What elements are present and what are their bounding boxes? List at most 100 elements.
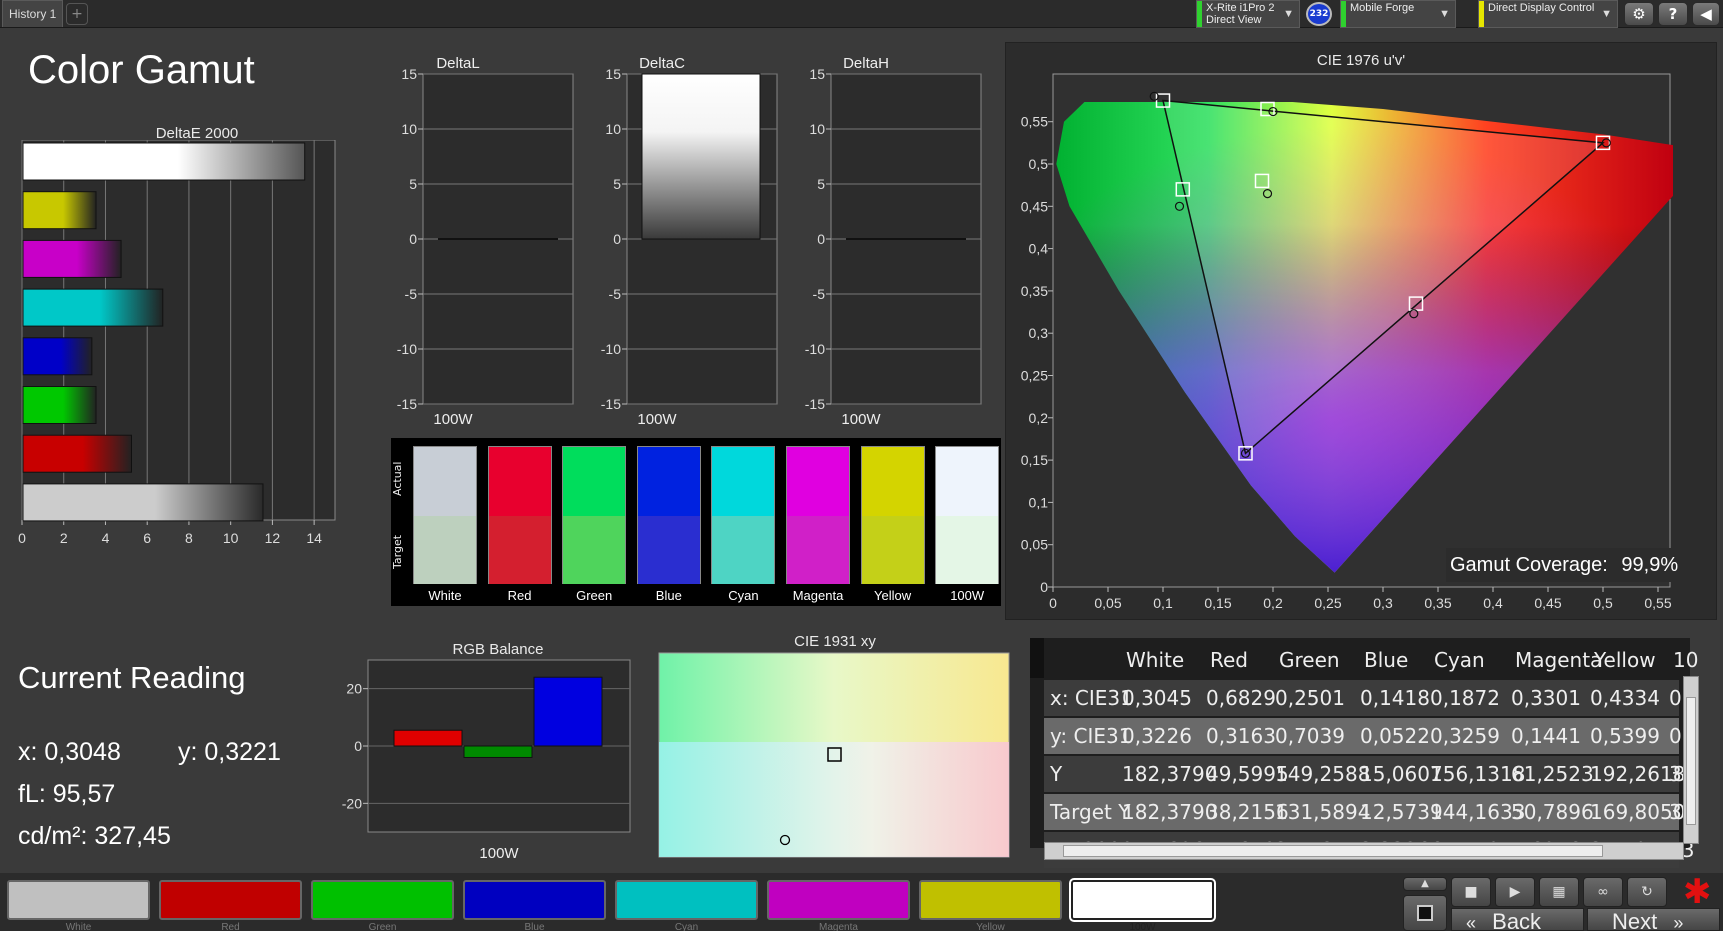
meter-mode: Direct View [1206,14,1262,26]
swatch-label: Yellow [874,588,912,603]
delta-tick-label: 10 [809,121,825,137]
chevron-left-icon: « [1466,913,1477,931]
swatch-label: Blue [655,588,682,603]
column-header: Blue [1364,648,1409,672]
cie-ytick-label: 0,25 [1021,368,1048,384]
target-label: Target [391,534,404,570]
cie-xtick-label: 0,2 [1263,595,1283,611]
swatch-target [861,516,924,584]
swatch-target [712,516,775,584]
swatch-target [637,516,700,584]
back-button[interactable]: « Back [1451,908,1584,931]
collapse-button[interactable]: ◀ [1692,2,1720,26]
display-control-select[interactable]: Direct Display Control ▼ [1478,0,1618,28]
cie-xtick-label: 0,1 [1153,595,1173,611]
meter-count-badge[interactable]: 232 [1306,2,1332,26]
delta-tick-label: 0 [613,231,621,247]
film-button[interactable]: ▦ [1539,877,1579,907]
swatch-actual [637,447,700,516]
play-button[interactable]: ▶ [1495,877,1535,907]
swatch-target [414,516,476,584]
display-control-name: Direct Display Control [1488,2,1595,14]
table-cell: 0,3259 [1430,724,1500,748]
asterisk-icon[interactable]: ✱ [1683,872,1712,912]
patch-magenta[interactable] [767,880,910,920]
delta-panel-title: DeltaH [843,55,889,72]
deltae-bar-yellow [22,191,97,230]
column-header: Red [1210,648,1248,672]
delta-bar-deltac [641,73,761,240]
swatch-yellow [860,446,925,584]
swatch-blue [636,446,701,584]
delta-panel-xlabel: 100W [841,411,881,428]
patch-blue[interactable] [463,880,606,920]
delta-tick-label: 0 [817,231,825,247]
delta-tick-label: -5 [405,286,418,302]
swatch-target [787,516,849,584]
swatch-green [562,446,627,584]
delta-tick-label: 5 [817,176,825,192]
swatch-label: 100W [950,588,985,603]
play-icon: ▶ [1509,884,1521,900]
settings-button[interactable]: ⚙ [1624,2,1654,26]
gamut-coverage: Gamut Coverage: 99,9% [1446,548,1686,582]
patch-cyan[interactable] [615,880,758,920]
delta-tick-label: 15 [809,66,825,82]
swatch-white [413,446,477,584]
table-cell: 0,5399 [1590,724,1660,748]
swatch-cyan [711,446,776,584]
table-cell: 0,3301 [1511,686,1581,710]
table-horizontal-scrollbar[interactable] [1044,842,1684,860]
vertical-scroll-thumb[interactable] [1686,697,1696,825]
swatch-actual [861,447,924,516]
stop-toggle-button[interactable] [1403,895,1447,931]
meter-select[interactable]: X-Rite i1Pro 2 Direct View ▼ [1196,0,1300,28]
patch-red[interactable] [159,880,302,920]
cie-xtick-label: 0,45 [1534,595,1561,611]
table-cell: 0,7039 [1275,724,1345,748]
swatch-actual [936,447,999,516]
patch-label: Cyan [674,922,699,931]
chevron-down-icon: ▼ [1439,8,1450,20]
patch-white[interactable] [7,880,150,920]
row-label: y: CIE31 [1050,724,1132,748]
stop-icon: ■ [1464,884,1478,900]
deltae-tick-label: 0 [18,530,26,546]
patch-yellow[interactable] [919,880,1062,920]
cie1976-chart: 0 0,05 0,1 0,15 0,2 0,25 0,3 0,35 0,4 0,45 0,5 0,55… [1021,73,1673,611]
rgb-xlabel: 100W [479,845,519,862]
delta-tick-label: -10 [397,341,417,357]
deltae-tick-label: 8 [185,530,193,546]
deltae-bar-green [22,386,97,424]
pattern-generator-select[interactable]: Mobile Forge ▼ [1340,0,1456,28]
horizontal-scroll-thumb[interactable] [1063,845,1603,857]
chevron-left-icon: ◀ [1700,5,1712,23]
next-button[interactable]: Next » [1587,908,1720,931]
patch-label: Green [368,922,397,931]
row-label: x: CIE31 [1050,686,1133,710]
swatch-target [488,516,551,584]
add-tab-button[interactable]: + [66,3,88,25]
table-corner [1030,638,1044,678]
scroll-up-button[interactable]: ▲ [1403,877,1447,891]
cie-xtick-label: 0,15 [1204,595,1231,611]
refresh-button[interactable]: ↻ [1627,877,1667,907]
table-vertical-scrollbar[interactable] [1683,676,1699,844]
stop-button[interactable]: ■ [1451,877,1491,907]
loop-icon: ∞ [1597,884,1609,900]
table-cell: 149,2588 [1275,762,1371,786]
patch-100w[interactable] [1071,880,1214,920]
help-button[interactable]: ? [1658,2,1688,26]
delta-tick-label: 0 [409,231,417,247]
tab-history-1[interactable]: History 1 [2,0,64,27]
patch-label: Red [221,922,240,931]
delta-tick-label: -5 [813,286,826,302]
cie-ytick-label: 0,3 [1029,325,1049,341]
delta-tick-label: -10 [601,341,621,357]
table-cell: 0,6829 [1206,686,1276,710]
loop-button[interactable]: ∞ [1583,877,1623,907]
patch-label: Magenta [819,922,858,931]
patch-green[interactable] [311,880,454,920]
cie-xtick-label: 0,55 [1644,595,1671,611]
deltae-tick-label: 12 [265,530,281,546]
